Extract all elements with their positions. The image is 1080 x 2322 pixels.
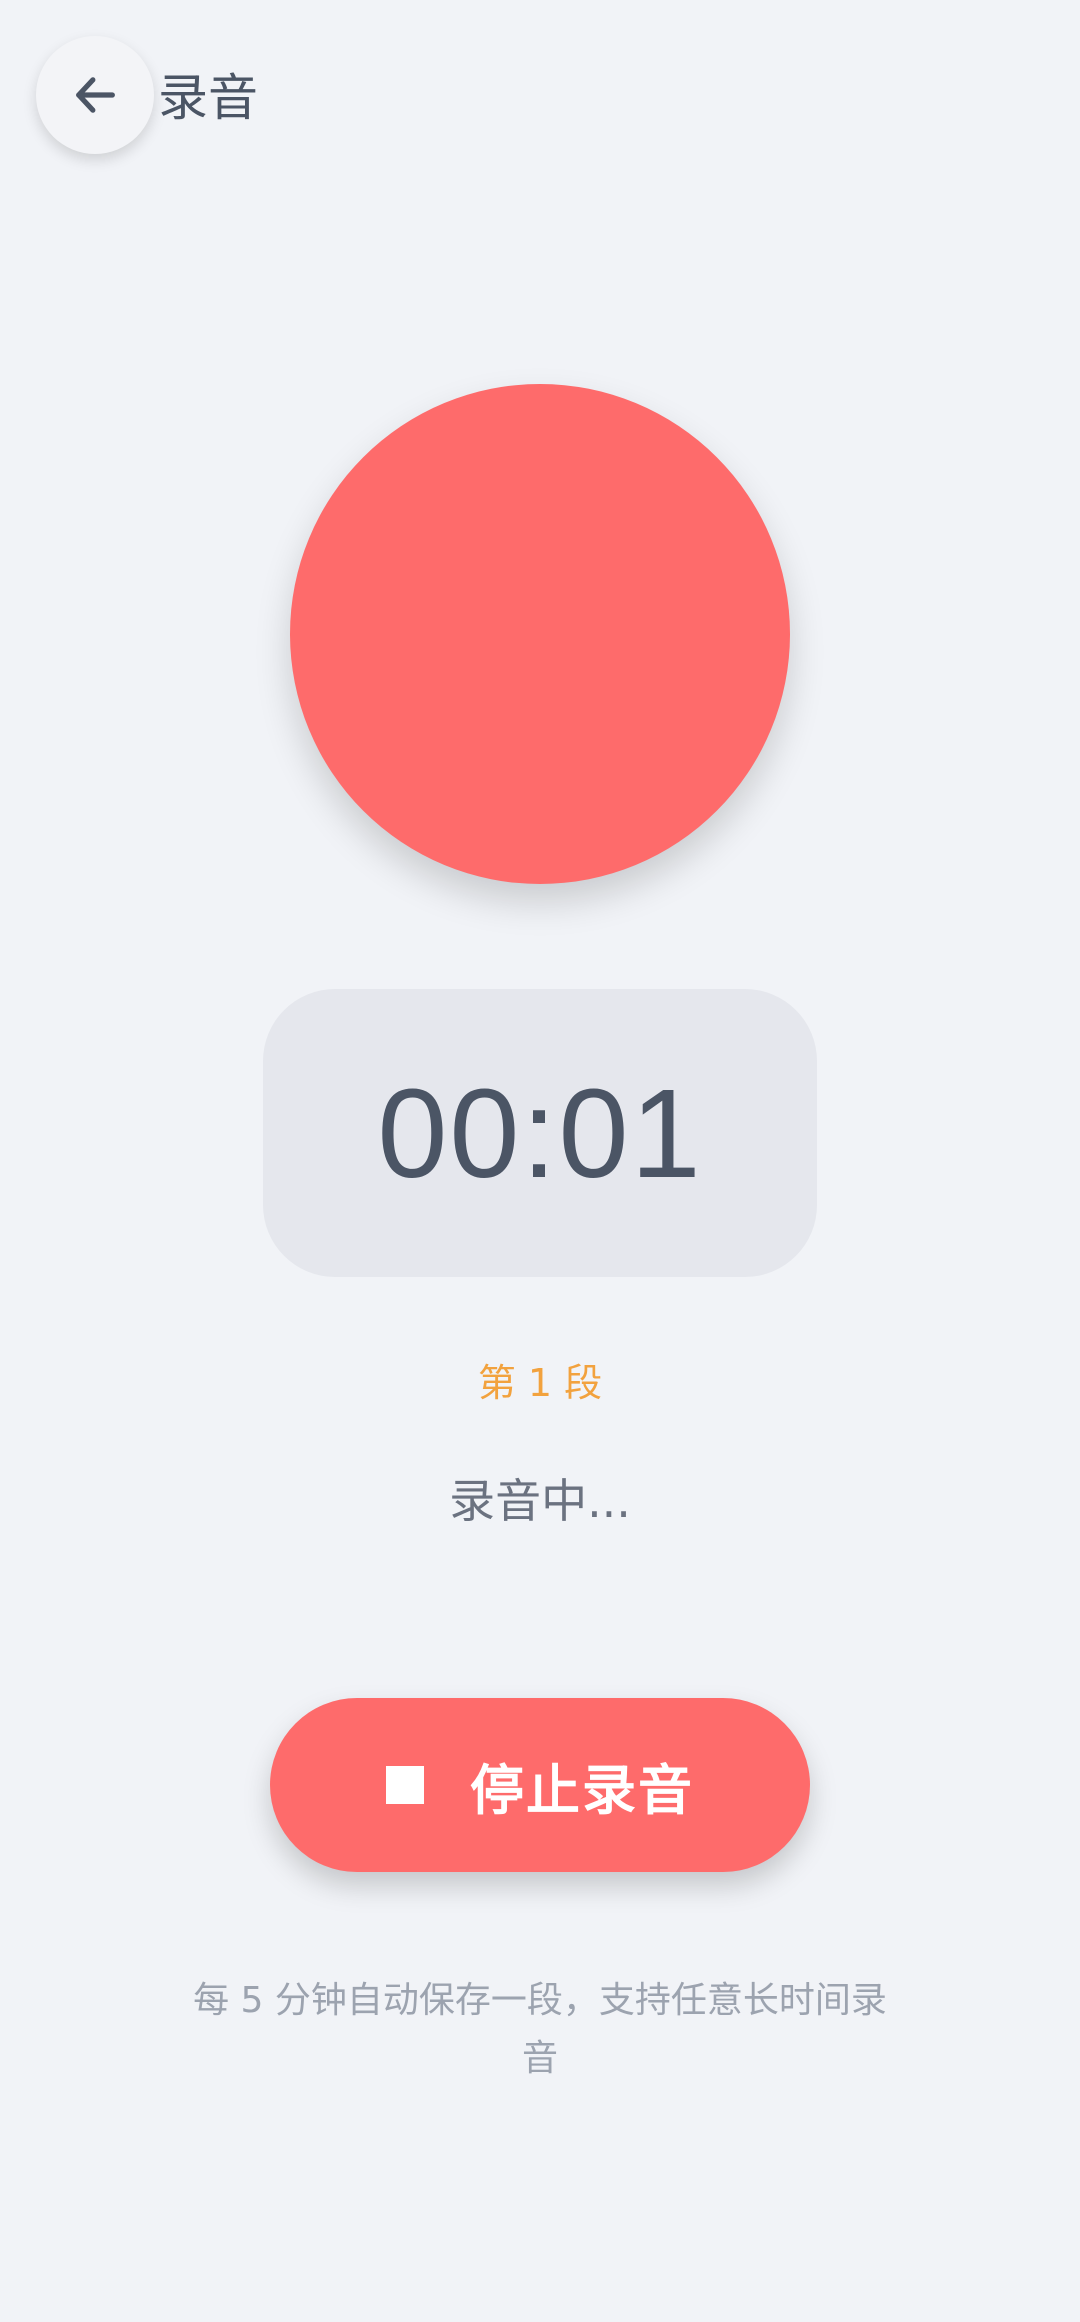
page-title: 录音 [158,69,258,127]
segment-label: 第 1 段 [477,1361,603,1405]
auto-save-hint: 每 5 分钟自动保存一段，支持任意长时间录音 [193,1980,887,2079]
stop-square-icon [386,1766,424,1804]
recording-indicator [290,384,790,884]
arrow-left-icon [76,77,115,113]
back-button[interactable] [36,36,154,154]
stop-recording-button[interactable]: 停止录音 [270,1698,810,1872]
stop-recording-label: 停止录音 [470,1758,694,1822]
header: 录音 [0,0,1080,200]
timer-display: 00:01 [263,989,817,1277]
timer-text: 00:01 [377,1062,703,1204]
recording-status: 录音中... [449,1474,631,1528]
